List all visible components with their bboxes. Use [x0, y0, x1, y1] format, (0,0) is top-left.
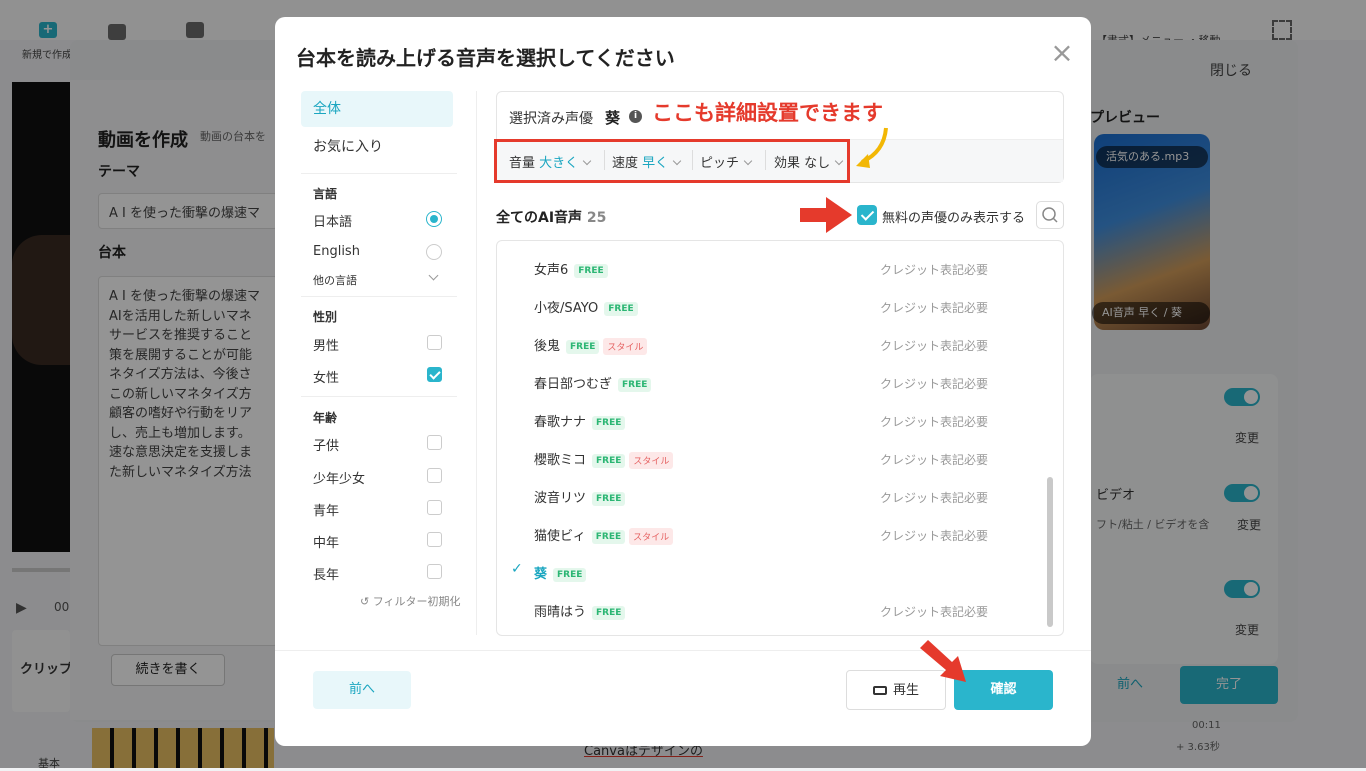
free-badge: FREE [566, 339, 600, 354]
column-divider [476, 91, 477, 635]
free-only-label[interactable]: 無料の声優のみ表示する [882, 207, 1025, 226]
filter-young-adult[interactable]: 青年 [313, 500, 339, 519]
credit-note: クレジット表記必要 [880, 605, 989, 619]
young-adult-checkbox[interactable] [427, 500, 442, 515]
filter-favorites[interactable]: お気に入り [301, 129, 453, 165]
credit-note: クレジット表記必要 [880, 339, 989, 353]
voice-name: 女声6 [534, 263, 569, 278]
gender-heading: 性別 [313, 310, 338, 324]
search-icon [1042, 207, 1058, 223]
red-arrow-icon [920, 640, 966, 682]
style-badge: スタイル [629, 452, 674, 469]
play-label: 再生 [892, 683, 919, 698]
credit-note: クレジット表記必要 [880, 263, 989, 277]
close-icon[interactable]: × [1050, 39, 1074, 67]
free-badge: FREE [618, 377, 652, 392]
voice-row-miko[interactable]: 櫻歌ミコ FREE スタイル [534, 449, 674, 469]
style-badge: スタイル [603, 338, 648, 355]
age-heading: 年齢 [313, 411, 338, 425]
highlight-frame [494, 139, 850, 183]
free-badge: FREE [574, 263, 608, 278]
male-checkbox[interactable] [427, 335, 442, 350]
voice-row-joseu6[interactable]: 女声6 FREE [534, 259, 608, 279]
voice-name: 小夜/SAYO [534, 301, 599, 316]
voice-count: 25 [586, 210, 607, 226]
free-badge: FREE [592, 491, 626, 506]
credit-note: クレジット表記必要 [880, 453, 989, 467]
footer-divider [275, 650, 1091, 651]
voice-row-sayo[interactable]: 小夜/SAYO FREE [534, 297, 638, 317]
voice-row-tsumugi[interactable]: 春日部つむぎ FREE [534, 373, 652, 393]
selected-voice-name: 葵 [605, 109, 621, 127]
filter-reset-label: フィルター初期化 [372, 595, 461, 608]
annotation-text: ここも詳細設置できます [652, 101, 883, 125]
prev-button[interactable]: 前へ [313, 671, 411, 709]
info-icon[interactable]: i [629, 110, 642, 123]
filter-reset-button[interactable]: ↺ フィルター初期化 [360, 593, 461, 609]
filter-divider [301, 396, 457, 397]
middle-checkbox[interactable] [427, 532, 442, 547]
female-checkbox[interactable] [427, 367, 442, 382]
modal-title: 台本を読み上げる音声を選択してください [296, 46, 675, 70]
senior-checkbox[interactable] [427, 564, 442, 579]
red-arrow-icon [800, 197, 852, 233]
language-heading: 言語 [313, 187, 338, 201]
voice-name: 後鬼 [534, 339, 561, 354]
credit-note: クレジット表記必要 [880, 491, 989, 505]
play-icon [872, 686, 887, 695]
reset-icon: ↺ [360, 595, 373, 608]
curved-arrow-icon [856, 127, 888, 168]
free-badge: FREE [591, 529, 626, 544]
youth-checkbox[interactable] [427, 468, 442, 483]
voice-row-nana[interactable]: 春歌ナナ FREE [534, 411, 626, 431]
voice-name: 猫使ビィ [534, 529, 586, 544]
credit-note: クレジット表記必要 [880, 301, 989, 315]
free-only-checkbox[interactable] [857, 205, 877, 225]
filter-youth[interactable]: 少年少女 [313, 468, 365, 487]
filter-other-language[interactable]: 他の言語 [313, 272, 357, 288]
voice-row-bii[interactable]: 猫使ビィ FREE スタイル [534, 525, 674, 545]
credit-note: クレジット表記必要 [880, 415, 989, 429]
english-radio[interactable] [426, 244, 442, 260]
voice-row-aoi-selected[interactable]: 葵 FREE [534, 563, 587, 583]
japanese-radio[interactable] [426, 211, 442, 227]
search-button[interactable] [1036, 201, 1064, 229]
check-icon: ✓ [511, 561, 523, 577]
child-checkbox[interactable] [427, 435, 442, 450]
free-badge: FREE [553, 567, 587, 582]
filter-middle[interactable]: 中年 [313, 532, 339, 551]
filter-divider [301, 296, 457, 297]
credit-note: クレジット表記必要 [880, 529, 989, 543]
free-badge: FREE [604, 301, 638, 316]
voice-name: 波音リツ [534, 491, 587, 506]
filter-male[interactable]: 男性 [313, 335, 339, 354]
voice-list-title-text: 全てのAI音声 [496, 210, 583, 226]
filter-english[interactable]: English [313, 244, 360, 259]
voice-row-hau[interactable]: 雨晴はう FREE [534, 601, 626, 621]
voice-name: 雨晴はう [534, 605, 587, 620]
voice-row-ritsu[interactable]: 波音リツ FREE [534, 487, 626, 507]
voice-name: 春日部つむぎ [534, 377, 613, 392]
filter-divider [301, 173, 457, 174]
voice-list-title: 全てのAI音声 25 [496, 207, 606, 227]
confirm-label: 確認 [990, 682, 1017, 697]
confirm-button[interactable]: 確認 [954, 670, 1053, 710]
filter-female[interactable]: 女性 [313, 367, 339, 386]
free-badge: FREE [592, 453, 626, 468]
credit-note: クレジット表記必要 [880, 377, 989, 391]
filter-child[interactable]: 子供 [313, 435, 339, 454]
filter-all[interactable]: 全体 [301, 91, 453, 127]
voice-name: 櫻歌ミコ [534, 453, 587, 468]
voice-name: 葵 [534, 567, 548, 582]
list-scrollbar[interactable] [1047, 477, 1053, 627]
free-badge: FREE [592, 605, 626, 620]
style-badge: スタイル [629, 528, 674, 545]
voice-row-goki[interactable]: 後鬼 FREE スタイル [534, 335, 648, 355]
selected-voice-label: 選択済み声優 [509, 111, 593, 127]
filter-japanese[interactable]: 日本語 [313, 211, 352, 230]
voice-name: 春歌ナナ [534, 415, 587, 430]
filter-senior[interactable]: 長年 [313, 564, 339, 583]
prev-label: 前へ [348, 682, 375, 697]
free-badge: FREE [592, 415, 626, 430]
